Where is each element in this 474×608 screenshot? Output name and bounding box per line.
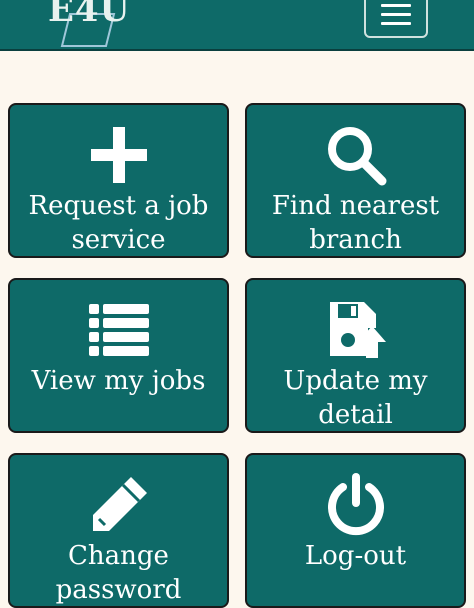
- power-icon: [327, 473, 384, 536]
- search-icon: [327, 127, 386, 186]
- top-navbar: E4U: [0, 0, 474, 51]
- log-out-button[interactable]: Log-out: [245, 453, 466, 608]
- tile-label: View my jobs: [31, 366, 206, 396]
- logo-text: E4U: [48, 0, 131, 30]
- tile-label-line-2: branch: [309, 225, 402, 255]
- find-nearest-branch-button[interactable]: Find nearest branch: [245, 103, 466, 258]
- tile-label: Request a job service: [10, 189, 227, 257]
- tile-label: Log-out: [304, 541, 407, 571]
- update-my-detail-button[interactable]: Update my detail: [245, 278, 466, 433]
- tile-label-line-1: Request a job: [28, 191, 209, 221]
- menu-toggle-button[interactable]: [364, 0, 428, 38]
- plus-icon: [90, 127, 147, 183]
- change-password-button[interactable]: Change password: [8, 453, 229, 608]
- view-my-jobs-button[interactable]: View my jobs: [8, 278, 229, 433]
- tile-label: Change password: [55, 541, 182, 605]
- pencil-icon: [92, 477, 147, 531]
- list-icon: [88, 304, 149, 356]
- request-job-service-button[interactable]: Request a job service: [8, 103, 229, 258]
- tile-label-line-1: Find nearest: [271, 191, 440, 221]
- tile-label: Update my detail: [283, 366, 428, 430]
- save-upload-icon: [329, 302, 386, 358]
- tile-label-line-2: service: [71, 225, 166, 255]
- e4u-logo[interactable]: E4U: [44, 0, 140, 50]
- tile-label: Find nearest branch: [247, 189, 464, 257]
